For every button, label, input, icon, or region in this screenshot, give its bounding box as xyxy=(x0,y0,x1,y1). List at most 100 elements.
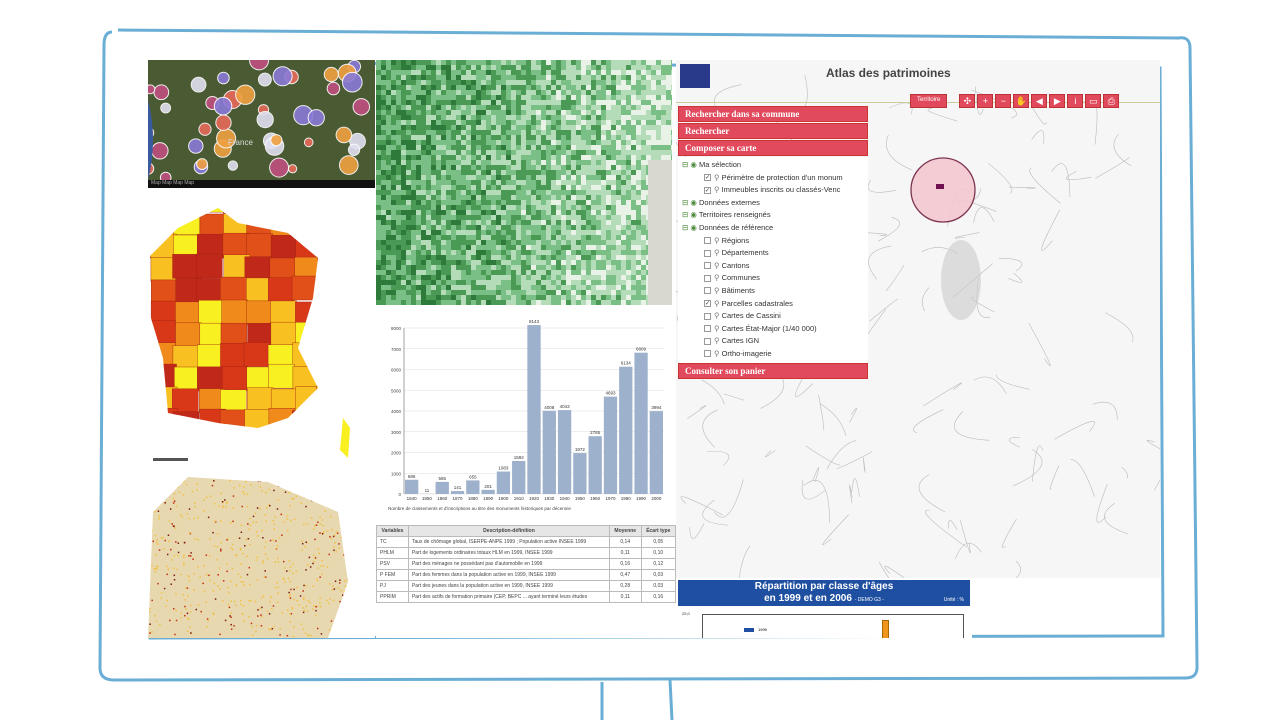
layer-item[interactable]: ⊟ ◉ Territoires renseignés xyxy=(682,209,864,222)
search-icon[interactable]: ⚲ xyxy=(714,286,722,295)
cell xyxy=(491,225,496,230)
search-icon[interactable]: ⚲ xyxy=(714,185,722,194)
basket-button[interactable]: Consulter son panier xyxy=(678,362,868,379)
cell xyxy=(481,175,486,180)
layer-item[interactable]: ⚲ Ortho-imagerie xyxy=(682,348,864,361)
dot xyxy=(184,605,186,608)
cell xyxy=(511,265,516,270)
forward-icon[interactable]: ▶ xyxy=(1049,94,1066,108)
cell xyxy=(441,100,446,105)
cell xyxy=(466,85,471,90)
layer-checkbox[interactable] xyxy=(704,287,711,295)
layer-item[interactable]: ⊟ ◉ Ma sélection xyxy=(682,159,864,172)
bar xyxy=(435,481,449,494)
green-density-map[interactable] xyxy=(376,60,672,305)
search-icon[interactable]: ⚲ xyxy=(714,311,722,320)
layer-group-icon[interactable]: ⊟ ◉ xyxy=(682,223,699,232)
dot xyxy=(322,565,325,567)
search-button[interactable]: Rechercher xyxy=(678,123,868,139)
cell xyxy=(591,75,596,80)
cell xyxy=(606,155,611,160)
cell xyxy=(421,195,426,200)
atlas-patrimoines-app[interactable]: Atlas des patrimoines Territoire ✣ + − ✋… xyxy=(676,60,1160,578)
measure-icon[interactable]: ▭ xyxy=(1085,94,1102,108)
cell xyxy=(596,140,601,145)
layer-item[interactable]: ⚲ Bâtiments xyxy=(682,285,864,298)
search-icon[interactable]: ⚲ xyxy=(714,236,722,245)
back-icon[interactable]: ◀ xyxy=(1031,94,1048,108)
layer-checkbox[interactable] xyxy=(704,237,711,245)
info-icon[interactable]: i xyxy=(1067,94,1084,108)
satellite-map-pie-charts[interactable]: France Map Map Map Map xyxy=(148,60,375,188)
layer-item[interactable]: ✓ ⚲ Immeubles inscrits ou classés-Venc xyxy=(682,184,864,197)
cell xyxy=(581,210,586,215)
layer-group-icon[interactable]: ⊟ ◉ xyxy=(682,210,699,219)
cell xyxy=(641,175,646,180)
cell xyxy=(626,205,631,210)
layer-item[interactable]: ⚲ Cartes IGN xyxy=(682,335,864,348)
department xyxy=(172,345,200,370)
layer-checkbox[interactable] xyxy=(704,325,711,333)
dot xyxy=(320,633,323,635)
search-icon[interactable]: ⚲ xyxy=(714,336,722,345)
layer-item[interactable]: ⚲ Communes xyxy=(682,272,864,285)
dot xyxy=(189,611,192,613)
cell xyxy=(391,100,396,105)
cell xyxy=(446,195,451,200)
cell xyxy=(596,180,601,185)
dot xyxy=(276,473,278,475)
layer-item[interactable]: ⊟ ◉ Données de référence xyxy=(682,222,864,235)
cell xyxy=(516,205,521,210)
search-icon[interactable]: ⚲ xyxy=(714,349,722,358)
cell xyxy=(606,205,611,210)
layer-item[interactable]: ⚲ Cantons xyxy=(682,260,864,273)
layer-item[interactable]: ✓ ⚲ Périmètre de protection d'un monum xyxy=(682,172,864,185)
layer-item[interactable]: ⚲ Cartes État-Major (1/40 000) xyxy=(682,323,864,336)
layer-group-icon[interactable]: ⊟ ◉ xyxy=(682,198,699,207)
layer-checkbox[interactable] xyxy=(704,249,711,257)
layer-checkbox[interactable]: ✓ xyxy=(704,186,711,194)
cell xyxy=(596,295,601,300)
dot xyxy=(343,541,346,544)
layer-checkbox[interactable] xyxy=(704,337,711,345)
zoom-in-icon[interactable]: + xyxy=(977,94,994,108)
layer-item[interactable]: ⚲ Départements xyxy=(682,247,864,260)
layer-checkbox[interactable] xyxy=(704,262,711,270)
compose-map-button[interactable]: Composer sa carte xyxy=(678,140,868,156)
print-icon[interactable]: ⎙ xyxy=(1103,94,1120,108)
cell xyxy=(441,265,446,270)
cell xyxy=(471,285,476,290)
search-icon[interactable]: ⚲ xyxy=(714,173,722,182)
search-icon[interactable]: ⚲ xyxy=(714,261,722,270)
dot xyxy=(333,588,336,590)
cell xyxy=(601,170,606,175)
cell xyxy=(561,75,566,80)
department xyxy=(223,208,250,217)
layer-checkbox[interactable] xyxy=(704,274,711,282)
france-choropleth-map[interactable] xyxy=(148,188,375,472)
layer-checkbox[interactable]: ✓ xyxy=(704,174,711,182)
layer-item[interactable]: ⚲ Régions xyxy=(682,235,864,248)
cell xyxy=(611,175,616,180)
search-icon[interactable]: ⚲ xyxy=(714,273,722,282)
pan-hand-icon[interactable]: ✋ xyxy=(1013,94,1030,108)
cell xyxy=(446,235,451,240)
layer-item[interactable]: ⊟ ◉ Données externes xyxy=(682,197,864,210)
layer-checkbox[interactable] xyxy=(704,312,711,320)
layer-group-icon[interactable]: ⊟ ◉ xyxy=(682,160,699,169)
table-cell: 0,14 xyxy=(608,536,642,548)
zoom-out-icon[interactable]: − xyxy=(995,94,1012,108)
search-commune-button[interactable]: Rechercher dans sa commune xyxy=(678,106,868,122)
search-icon[interactable]: ⚲ xyxy=(714,324,722,333)
cell xyxy=(641,100,646,105)
layer-item[interactable]: ✓ ⚲ Parcelles cadastrales xyxy=(682,298,864,311)
layer-item[interactable]: ⚲ Cartes de Cassini xyxy=(682,310,864,323)
zoom-extent-icon[interactable]: ✣ xyxy=(959,94,976,108)
territory-dropdown[interactable]: Territoire xyxy=(910,94,948,108)
search-icon[interactable]: ⚲ xyxy=(714,299,722,308)
search-icon[interactable]: ⚲ xyxy=(714,248,722,257)
layer-checkbox[interactable]: ✓ xyxy=(704,300,711,308)
cell xyxy=(626,185,631,190)
france-dot-density-map[interactable] xyxy=(148,472,375,638)
layer-checkbox[interactable] xyxy=(704,350,711,358)
